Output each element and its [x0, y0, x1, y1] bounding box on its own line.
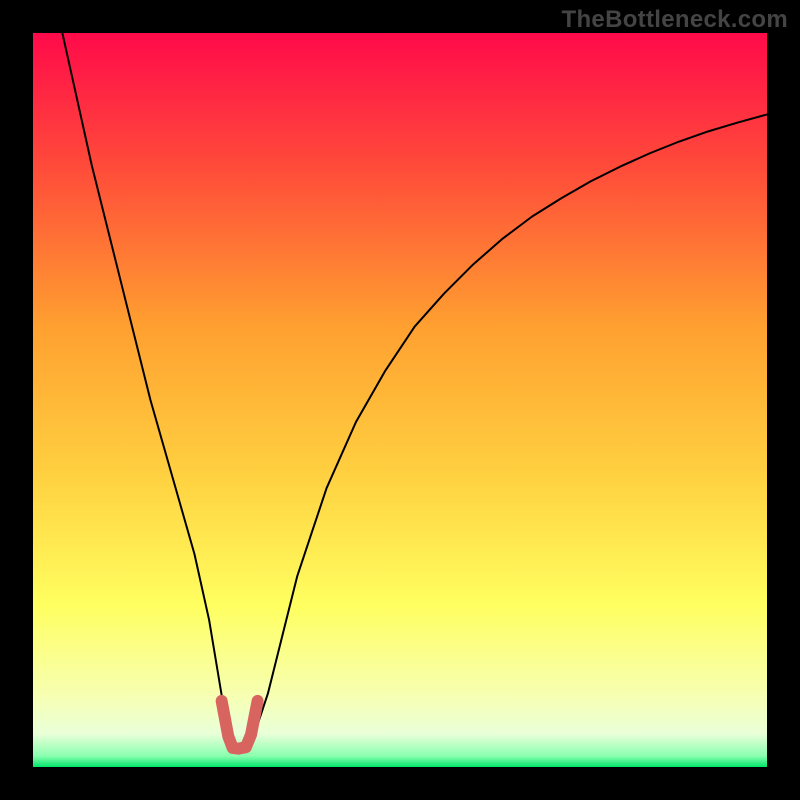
chart-frame: TheBottleneck.com	[0, 0, 800, 800]
optimal-marker	[222, 701, 258, 749]
watermark-text: TheBottleneck.com	[562, 6, 788, 34]
plot-area	[33, 33, 767, 767]
bottleneck-curve	[62, 33, 767, 749]
curves-layer	[33, 33, 767, 767]
